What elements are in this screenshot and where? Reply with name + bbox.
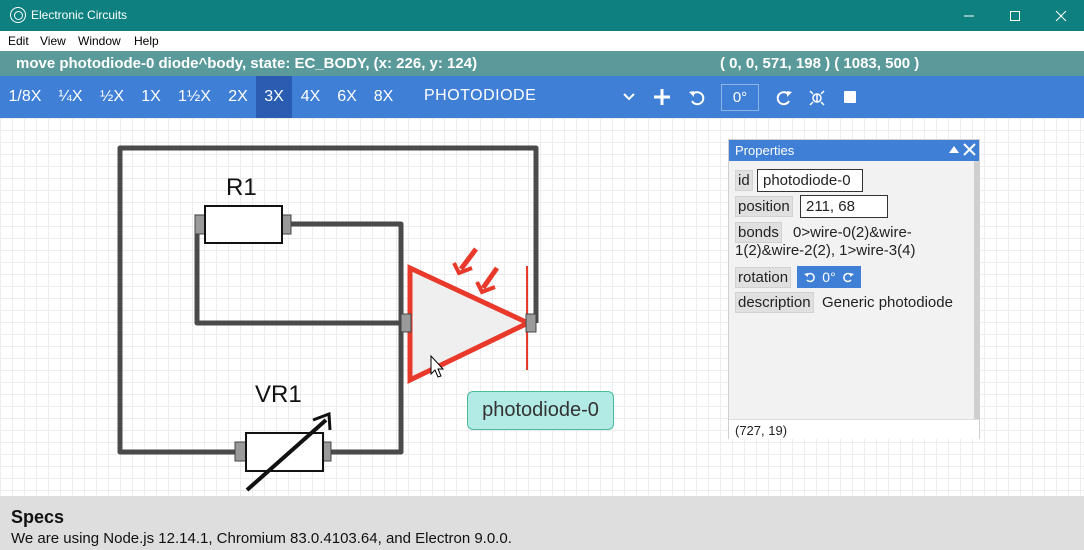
square-icon (844, 91, 856, 103)
properties-footer: (727, 19) (729, 419, 979, 439)
rotate-left-button[interactable] (687, 87, 707, 107)
label-vr1: VR1 (255, 381, 302, 408)
specs-title: Specs (11, 507, 65, 527)
minimize-icon (964, 15, 974, 16)
prop-id-input[interactable]: photodiode-0 (757, 169, 863, 192)
menu-help[interactable]: Help (134, 34, 159, 48)
status-coords: ( 0, 0, 571, 198 ) ( 1083, 500 ) (720, 55, 920, 72)
menu-window[interactable]: Window (78, 34, 121, 48)
zoom-1-8-button[interactable]: 1/8X (0, 76, 50, 118)
resistor-r1[interactable] (194, 205, 292, 244)
variable-resistor-vr1[interactable] (234, 411, 332, 492)
rotate-right-button[interactable] (774, 87, 794, 107)
flip-button[interactable] (807, 87, 827, 107)
properties-panel: Properties id photodiode-0 position 211,… (728, 139, 980, 439)
prop-bonds-line1: 0>wire-0(2)&wire- (793, 224, 912, 241)
prop-position-label: position (735, 196, 793, 217)
prop-position-input[interactable]: 211, 68 (800, 195, 888, 218)
add-button[interactable] (652, 87, 672, 107)
prop-id-label: id (735, 170, 753, 191)
window-title: Electronic Circuits (31, 8, 128, 22)
specs-text: We are using Node.js 12.14.1, Chromium 8… (11, 530, 512, 547)
bug-icon (809, 90, 825, 106)
chevron-down-icon[interactable] (622, 90, 636, 104)
zoom-2x-button[interactable]: 2X (220, 76, 256, 118)
prop-rotation-widget: 0° (797, 266, 861, 288)
prop-rotation-label: rotation (735, 267, 792, 288)
plus-icon (654, 89, 670, 105)
menu-edit[interactable]: Edit (8, 34, 29, 48)
rotate-left-icon (689, 91, 705, 106)
maximize-button[interactable] (992, 0, 1038, 31)
collapse-icon[interactable] (948, 144, 960, 154)
properties-body: id photodiode-0 position 211, 68 bonds 0… (729, 161, 975, 419)
prop-bonds-line2: 1(2)&wire-2(2), 1>wire-3(4) (735, 242, 916, 259)
menu-bar: Edit View Window Help (0, 31, 1084, 51)
wire-1[interactable] (286, 221, 404, 455)
zoom-4x-button[interactable]: 4X (292, 76, 329, 118)
prop-rotation-value: 0° (822, 269, 836, 285)
zoom-1-4-button[interactable]: ¼X (50, 76, 91, 118)
app-logo-icon (10, 7, 26, 23)
properties-scrollbar[interactable] (974, 161, 979, 419)
toolbar: 1/8X ¼X ½X 1X 1½X 2X 3X 4X 6X 8X PHOTODI… (0, 76, 1084, 118)
zoom-1-5x-button[interactable]: 1½X (169, 76, 220, 118)
status-message: move photodiode-0 diode^body, state: EC_… (16, 55, 478, 72)
close-icon (1055, 10, 1067, 21)
close-window-button[interactable] (1038, 0, 1084, 31)
zoom-8x-button[interactable]: 8X (365, 76, 402, 118)
menu-view[interactable]: View (40, 34, 66, 48)
zoom-6x-button[interactable]: 6X (329, 76, 365, 118)
minimize-button[interactable] (946, 0, 992, 31)
close-panel-icon[interactable] (963, 143, 976, 156)
properties-title: Properties (735, 143, 795, 158)
rotate-right-icon (776, 91, 792, 106)
prop-description-label: description (735, 292, 814, 313)
prop-bonds-label: bonds (735, 222, 782, 243)
zoom-3x-button[interactable]: 3X (256, 76, 292, 118)
rotate-right-icon[interactable] (842, 271, 854, 283)
prop-description-value: Generic photodiode (822, 294, 953, 311)
part-tooltip: photodiode-0 (467, 391, 614, 430)
maximize-icon (1010, 10, 1020, 21)
zoom-1-2-button[interactable]: ½X (91, 76, 133, 118)
status-bar: move photodiode-0 diode^body, state: EC_… (0, 51, 1084, 76)
stop-button[interactable] (840, 87, 860, 107)
specs-section: Specs We are using Node.js 12.14.1, Chro… (0, 496, 1084, 550)
photodiode-0[interactable] (400, 247, 537, 384)
rotate-left-icon[interactable] (804, 271, 816, 283)
label-r1: R1 (226, 174, 257, 201)
title-bar: Electronic Circuits (0, 0, 1084, 31)
properties-header: Properties (729, 140, 979, 161)
rotation-display: 0° (721, 84, 759, 111)
zoom-1x-button[interactable]: 1X (133, 76, 169, 118)
part-select[interactable]: PHOTODIODE (424, 87, 536, 105)
